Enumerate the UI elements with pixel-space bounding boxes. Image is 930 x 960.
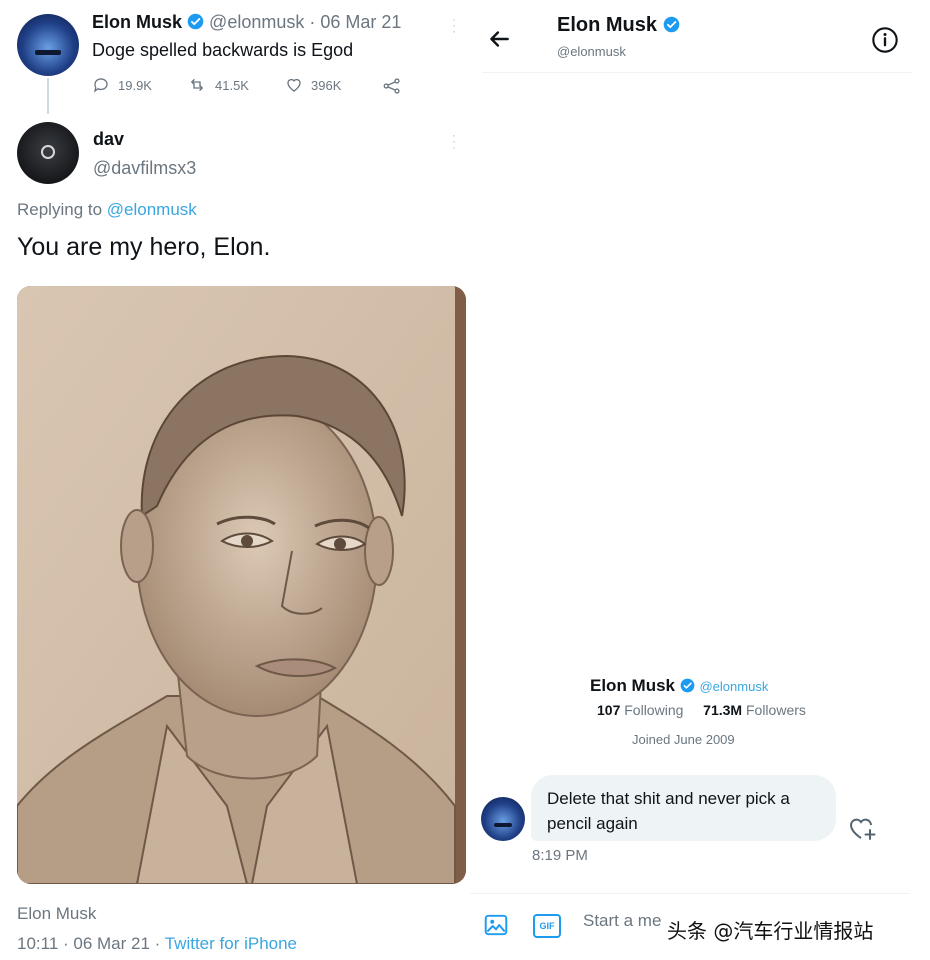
retweet-icon xyxy=(191,79,203,91)
retweet-count: 41.5K xyxy=(215,77,249,93)
heart-add-icon xyxy=(849,818,876,840)
verified-badge-icon xyxy=(680,678,695,693)
composer-divider xyxy=(470,893,910,894)
profile-stats: 107 Following 71.3M Followers xyxy=(597,702,806,718)
gif-button[interactable]: GIF xyxy=(533,914,561,938)
parent-tweet-actions: 19.9K 41.5K 396K xyxy=(92,76,412,96)
profile-handle: @elonmusk xyxy=(699,679,769,694)
followers-count: 71.3M xyxy=(703,702,743,718)
following-label: Following xyxy=(624,702,684,718)
verified-badge-icon xyxy=(187,13,204,30)
heart-icon xyxy=(287,78,301,92)
conversation-header-name: Elon Musk xyxy=(557,14,680,37)
message-time: 8:19 PM xyxy=(532,847,588,864)
more-icon[interactable]: · · · xyxy=(452,13,456,37)
parent-tweet-text: Doge spelled backwards is Egod xyxy=(92,40,354,60)
watermark: 头条 @汽车行业情报站 xyxy=(667,919,874,943)
replying-to: Replying to @elonmusk xyxy=(17,200,197,220)
dav-avatar[interactable] xyxy=(17,122,79,184)
replying-to-label: Replying to xyxy=(17,200,107,219)
like-count: 396K xyxy=(311,77,342,93)
replying-to-handle[interactable]: @elonmusk xyxy=(107,200,197,219)
image-icon xyxy=(484,914,508,936)
like-action[interactable]: 396K xyxy=(285,76,341,94)
verified-badge-icon xyxy=(663,16,679,33)
handle-date: @elonmusk · 06 Mar 21 xyxy=(209,12,402,32)
media-button[interactable] xyxy=(483,912,509,938)
followers-label: Followers xyxy=(745,702,806,718)
react-button[interactable] xyxy=(848,814,878,842)
reply-text: You are my hero, Elon. xyxy=(17,233,271,261)
profile-name: Elon Musk xyxy=(590,676,676,695)
gif-label: GIF xyxy=(539,921,555,931)
info-icon xyxy=(872,27,898,53)
header-handle: @elonmusk xyxy=(557,44,626,59)
thread-line xyxy=(47,78,49,114)
joined-date: Joined June 2009 xyxy=(632,732,735,747)
profile-name-row: Elon Musk @elonmusk xyxy=(590,676,768,696)
reply-icon xyxy=(93,78,108,93)
message-avatar[interactable] xyxy=(481,797,525,841)
author-name[interactable]: Elon Musk xyxy=(92,12,182,32)
reply-count: 19.9K xyxy=(118,77,152,93)
profile-card[interactable]: Elon Musk @elonmusk 107 Following 71.3M … xyxy=(540,676,850,756)
message-bubble[interactable]: Delete that shit and never pick a pencil… xyxy=(531,775,836,841)
arrow-left-icon xyxy=(490,31,509,47)
header-name: Elon Musk xyxy=(557,14,658,36)
tweet-meta: 10:11 · 06 Mar 21 · Twitter for iPhone xyxy=(17,934,297,954)
reply-author-handle[interactable]: @davfilmsx3 xyxy=(93,158,196,179)
header-divider xyxy=(482,72,912,73)
reply-action[interactable]: 19.9K xyxy=(92,76,152,94)
reply-more-icon[interactable]: · · · xyxy=(452,129,456,153)
tweet-image-portrait-drawing[interactable] xyxy=(17,286,466,884)
back-button[interactable] xyxy=(486,26,512,52)
reply-author-name[interactable]: dav xyxy=(93,129,124,150)
share-action[interactable] xyxy=(382,76,402,96)
meta-source[interactable]: Twitter for iPhone xyxy=(165,934,297,953)
share-icon xyxy=(383,78,400,94)
parent-tweet-header: Elon Musk @elonmusk · 06 Mar 21 xyxy=(92,12,401,33)
portrait-sketch xyxy=(17,286,466,884)
retweet-action[interactable]: 41.5K xyxy=(187,76,249,94)
meta-author: Elon Musk xyxy=(17,904,97,923)
message-text: Delete that shit and never pick a pencil… xyxy=(547,789,790,833)
elon-avatar[interactable] xyxy=(17,14,79,76)
meta-time: 10:11 · 06 Mar 21 · xyxy=(17,934,165,953)
following-count: 107 xyxy=(597,702,621,718)
info-button[interactable] xyxy=(871,26,899,54)
